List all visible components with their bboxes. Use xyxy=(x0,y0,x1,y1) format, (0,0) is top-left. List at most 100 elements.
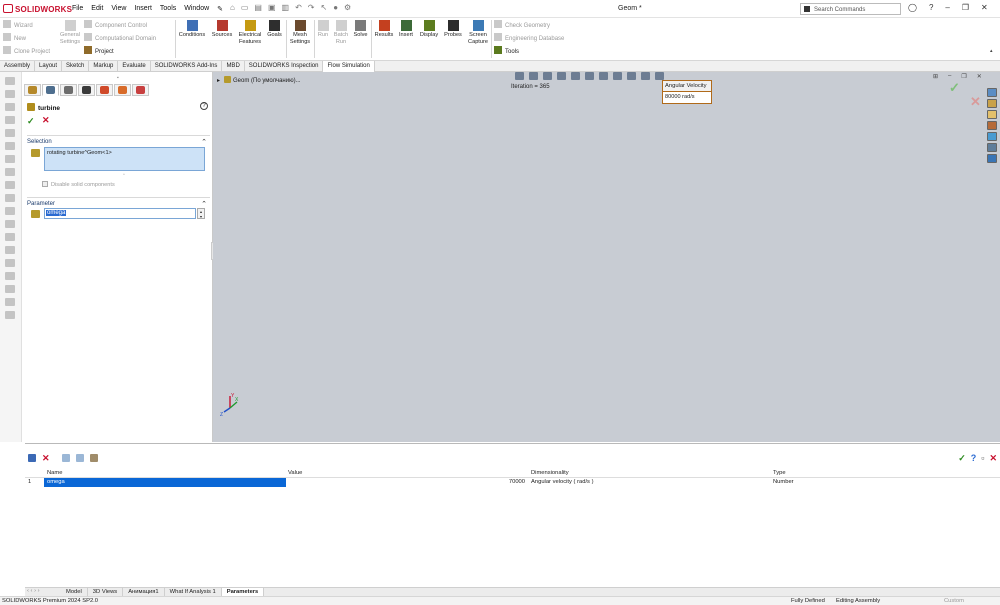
mesh-settings-button[interactable]: Mesh Settings xyxy=(288,20,312,45)
list-resize-handle[interactable]: ▫ xyxy=(123,172,125,178)
close-doc-button[interactable]: ✕ xyxy=(977,73,982,80)
tab-what-if-analysis[interactable]: What If Analysis 1 xyxy=(165,588,222,596)
angular-velocity-input[interactable]: omega xyxy=(44,208,196,219)
column-header-dimensionality[interactable]: Dimensionality xyxy=(528,469,770,477)
parameter-dimensionality-cell[interactable]: Angular velocity ( rad/s ) xyxy=(528,478,770,487)
copy-icon[interactable] xyxy=(61,454,70,462)
minimize-button[interactable]: – xyxy=(945,3,949,12)
wizard-button[interactable]: Wizard xyxy=(3,20,50,33)
close-icon[interactable]: ✕ xyxy=(989,453,997,464)
cancel-button[interactable]: ✕ xyxy=(42,115,50,126)
goals-button[interactable]: Goals xyxy=(265,20,284,39)
tool-icon[interactable] xyxy=(5,155,15,163)
tool-icon[interactable] xyxy=(5,233,15,241)
new-document-icon[interactable]: ▭ xyxy=(241,3,249,12)
home-icon[interactable] xyxy=(987,88,997,97)
restore-doc-button[interactable]: ❐ xyxy=(961,73,966,80)
electrical-features-button[interactable]: Electrical Features xyxy=(236,20,264,45)
help-icon[interactable]: ? xyxy=(929,3,933,12)
tool-icon[interactable] xyxy=(5,103,15,111)
tools-dropdown[interactable]: Tools xyxy=(494,46,564,59)
sources-button[interactable]: Sources xyxy=(210,20,234,39)
tool-icon[interactable] xyxy=(5,194,15,202)
angular-velocity-callout[interactable]: Angular Velocity 80000 rad/s xyxy=(662,80,712,104)
user-icon[interactable]: ◯ xyxy=(908,3,917,12)
batch-run-button[interactable]: Batch Run xyxy=(332,20,350,45)
select-icon[interactable]: ↖ xyxy=(321,3,328,12)
parameter-type-cell[interactable]: Number xyxy=(770,478,1000,487)
project-dropdown[interactable]: Project xyxy=(84,46,156,59)
collapse-ribbon-icon[interactable]: ▴ xyxy=(990,48,993,54)
search-input[interactable]: Search Commands xyxy=(800,3,901,15)
rebuild-icon[interactable]: ● xyxy=(333,3,338,12)
tab-mbd[interactable]: MBD xyxy=(222,61,245,72)
column-header-type[interactable]: Type xyxy=(770,469,1000,477)
tool-icon[interactable] xyxy=(5,90,15,98)
tab-display-manager[interactable] xyxy=(96,84,113,96)
tool-icon[interactable] xyxy=(5,77,15,85)
tab-model[interactable]: Model xyxy=(61,588,88,596)
tool-icon[interactable] xyxy=(5,207,15,215)
home-icon[interactable]: ⌂ xyxy=(230,3,235,12)
panel-drag-handle[interactable]: ▪ xyxy=(117,75,119,81)
tab-markup[interactable]: Markup xyxy=(89,61,119,72)
confirm-cancel-icon[interactable]: ✕ xyxy=(970,94,981,110)
options-icon[interactable]: ⚙ xyxy=(344,3,351,12)
graphics-area[interactable]: ▸ Geom (По умолчанию)... ⊞ – ❐ ✕ Iteratio… xyxy=(213,72,1000,442)
redo-icon[interactable]: ↷ xyxy=(308,3,315,12)
undo-icon[interactable]: ↶ xyxy=(295,3,302,12)
tool-icon[interactable] xyxy=(5,142,15,150)
view-settings-icon[interactable] xyxy=(641,72,650,80)
restore-button[interactable]: ❐ xyxy=(962,3,969,12)
insert-button[interactable]: Insert xyxy=(397,20,415,39)
tool-icon[interactable] xyxy=(5,181,15,189)
column-header-value[interactable]: Value xyxy=(286,469,528,477)
table-row[interactable]: 1 omega 70000 Angular velocity ( rad/s )… xyxy=(25,478,1000,487)
conditions-button[interactable]: Conditions xyxy=(177,20,207,39)
tab-sketch[interactable]: Sketch xyxy=(62,61,90,72)
tab-animation[interactable]: Анимация1 xyxy=(123,588,165,596)
duplicate-icon[interactable] xyxy=(75,454,84,462)
parameter-section-header[interactable]: Parameter ⌃ xyxy=(27,197,210,208)
selection-list[interactable]: rotating turbine^Geom<1> xyxy=(44,147,205,171)
print-icon[interactable]: ▥ xyxy=(282,3,290,12)
tab-layout[interactable]: Layout xyxy=(35,61,63,72)
add-parameter-icon[interactable] xyxy=(28,454,36,462)
flyout-feature-tree[interactable]: ▸ Geom (По умолчанию)... xyxy=(217,76,301,84)
tool-icon[interactable] xyxy=(5,168,15,176)
confirm-ok-icon[interactable]: ✓ xyxy=(949,80,960,96)
tab-configuration-manager[interactable] xyxy=(60,84,77,96)
tab-parameters[interactable]: Parameters xyxy=(221,588,265,596)
results-button[interactable]: Results xyxy=(373,20,395,39)
tab-feature-manager[interactable] xyxy=(24,84,41,96)
tab-add-ins[interactable]: SOLIDWORKS Add-Ins xyxy=(151,61,223,72)
section-view-icon[interactable] xyxy=(557,72,566,80)
menu-file[interactable]: File xyxy=(72,5,83,13)
display-button[interactable]: Display xyxy=(418,20,440,39)
general-settings-button[interactable]: General Settings xyxy=(58,20,82,45)
tool-icon[interactable] xyxy=(5,129,15,137)
scene-icon[interactable] xyxy=(627,72,636,80)
disable-solid-components-checkbox[interactable]: Disable solid components xyxy=(42,181,115,188)
minimize-doc-button[interactable]: – xyxy=(948,73,951,80)
edit-appearance-icon[interactable] xyxy=(613,72,622,80)
run-button[interactable]: Run xyxy=(316,20,330,39)
tab-evaluate[interactable]: Evaluate xyxy=(118,61,151,72)
tab-inspection[interactable]: SOLIDWORKS Inspection xyxy=(245,61,324,72)
hide-show-icon[interactable] xyxy=(599,72,608,80)
custom-properties-icon[interactable] xyxy=(987,143,997,152)
forum-icon[interactable] xyxy=(987,154,997,163)
tool-icon[interactable] xyxy=(5,298,15,306)
open-icon[interactable]: ▤ xyxy=(254,3,262,12)
menu-insert[interactable]: Insert xyxy=(134,5,152,13)
tile-icon[interactable]: ⊞ xyxy=(933,73,938,80)
appearances-icon[interactable] xyxy=(987,132,997,141)
selection-section-header[interactable]: Selection ⌃ xyxy=(27,135,210,146)
value-spinner[interactable]: ▴ ▾ xyxy=(197,208,205,219)
tool-icon[interactable] xyxy=(5,311,15,319)
tool-icon[interactable] xyxy=(5,259,15,267)
design-library-icon[interactable] xyxy=(987,99,997,108)
close-button[interactable]: ✕ xyxy=(981,3,988,12)
zoom-fit-icon[interactable] xyxy=(515,72,524,80)
solve-button[interactable]: Solve xyxy=(352,20,369,39)
